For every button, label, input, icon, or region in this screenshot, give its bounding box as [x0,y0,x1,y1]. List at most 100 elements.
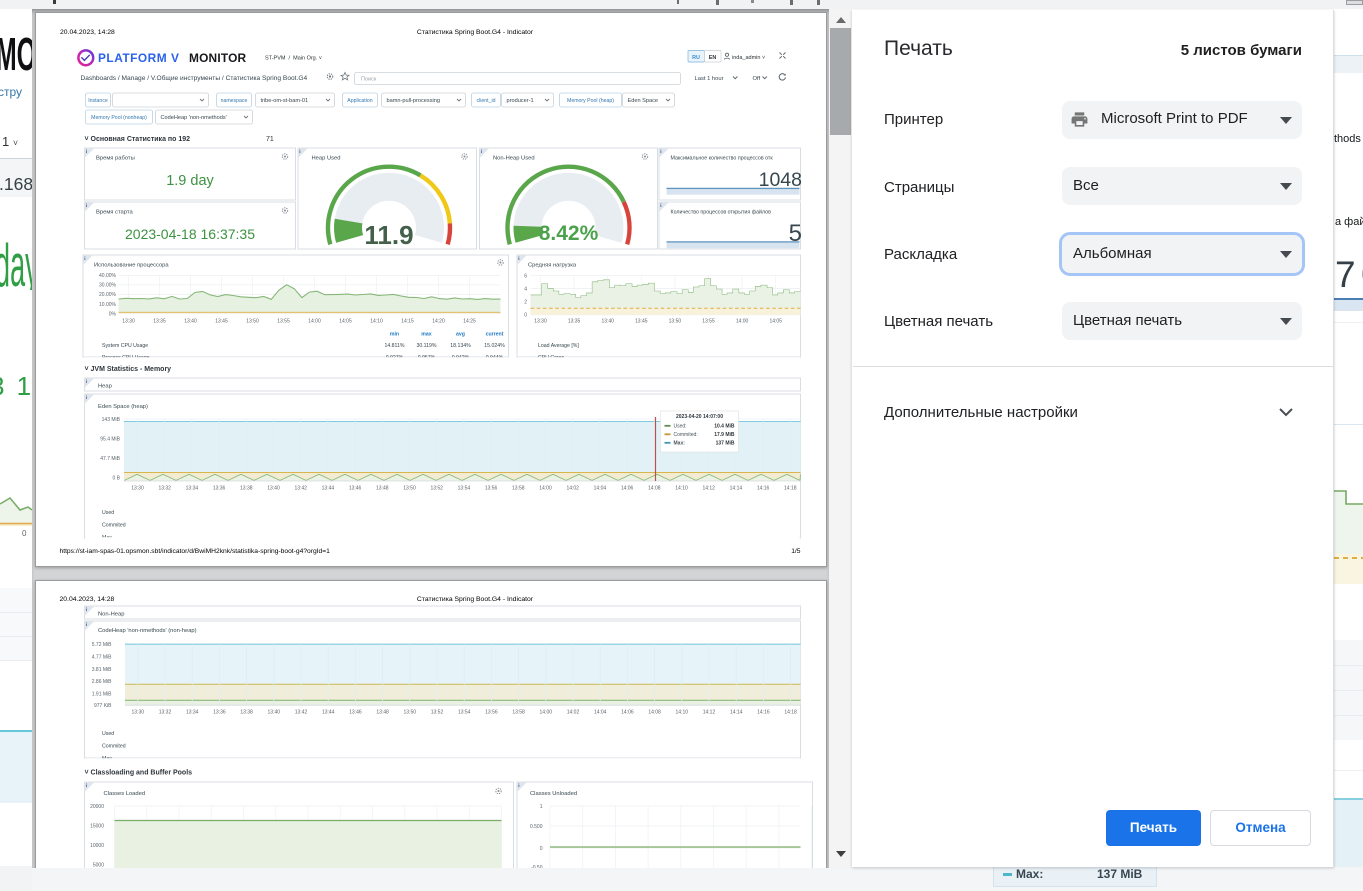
svg-text:14:18: 14:18 [784,710,797,716]
svg-text:i: i [86,622,87,627]
svg-text:1/5: 1/5 [791,548,801,555]
svg-text:13:34: 13:34 [186,710,199,716]
svg-text:13:40: 13:40 [184,319,197,325]
svg-text:14:05: 14:05 [339,319,352,325]
svg-text:Used: Used [102,510,114,516]
svg-text:143 MiB: 143 MiB [102,417,121,423]
svg-text:Время работы: Время работы [96,156,135,162]
svg-text:13:42: 13:42 [295,710,308,716]
svg-text:Использование процессора: Использование процессора [94,263,169,269]
svg-text:Количество процессов открытия: Количество процессов открытия файлов [671,209,772,216]
svg-text:15.024%: 15.024% [484,343,505,349]
svg-text:14:16: 14:16 [757,486,770,492]
svg-text:Eden Space: Eden Space [628,98,658,104]
svg-text:Средняя нагрузка: Средняя нагрузка [528,263,577,269]
svg-text:14:16: 14:16 [757,710,770,716]
svg-text:14:15: 14:15 [401,319,414,325]
svg-text:Commited: Commited [102,523,126,529]
svg-text:14:05: 14:05 [769,319,782,325]
svg-text:14:12: 14:12 [703,710,716,716]
svg-text:i: i [518,256,519,261]
svg-text:max: max [421,332,431,338]
svg-text:13:50: 13:50 [669,319,682,325]
svg-text:13:44: 13:44 [322,486,335,492]
svg-text:40.00%: 40.00% [99,273,117,279]
svg-text:inda_admin ˅: inda_admin ˅ [732,55,765,61]
svg-text:13:52: 13:52 [430,486,443,492]
svg-text:47.7 MiB: 47.7 MiB [100,456,120,462]
svg-text:Classes Unloaded: Classes Unloaded [530,791,577,797]
svg-text:i: i [86,149,87,154]
svg-text:14:14: 14:14 [730,486,743,492]
svg-text:Максимальное количество процес: Максимальное количество процессов отк [671,156,774,162]
svg-text:30.119%: 30.119% [416,343,436,349]
svg-text:13:46: 13:46 [349,710,362,716]
svg-text:0: 0 [524,313,527,319]
svg-text:i: i [299,149,300,154]
svg-text:13:50: 13:50 [246,319,259,325]
svg-text:i: i [86,379,87,384]
svg-text:Non-Heap Used: Non-Heap Used [493,156,535,162]
svg-text:i: i [518,783,519,788]
svg-text:4: 4 [524,286,527,292]
svg-text:https://st-iam-spas-01.opsmon.: https://st-iam-spas-01.opsmon.sbt/indica… [60,548,331,555]
svg-text:14:00: 14:00 [308,319,321,325]
svg-text:0: 0 [22,529,27,538]
svg-text:13:50: 13:50 [404,710,417,716]
svg-text:13:35: 13:35 [153,319,166,325]
svg-text:namespace: namespace [221,98,248,104]
svg-text:20.04.2023, 14:28: 20.04.2023, 14:28 [60,596,115,603]
svg-text:0%: 0% [109,311,117,317]
svg-text:client_id: client_id [476,98,495,104]
svg-text:Commited: Commited [102,744,126,750]
svg-text:Memory Pool (heap): Memory Pool (heap) [567,98,614,104]
svg-text:13:50: 13:50 [403,486,416,492]
svg-text:i: i [660,149,661,154]
svg-text:13:45: 13:45 [635,319,648,325]
svg-text:14:04: 14:04 [594,710,607,716]
svg-text:18.134%: 18.134% [450,343,471,349]
svg-text:14:18: 14:18 [784,486,797,492]
svg-text:i: i [86,783,87,788]
svg-text:13:45: 13:45 [215,319,228,325]
svg-text:Heap: Heap [98,384,112,390]
svg-text:Dashboards / Manage / V.Общие: Dashboards / Manage / V.Общие инструмент… [81,74,308,82]
svg-text:Время старта: Время старта [96,210,133,216]
svg-text:13:36: 13:36 [213,486,226,492]
svg-text:MONITOR: MONITOR [189,51,247,65]
svg-text:i: i [86,395,87,400]
svg-text:11.9: 11.9 [364,220,413,250]
svg-text:13:52: 13:52 [431,710,444,716]
svg-text:95.4 MiB: 95.4 MiB [100,436,120,442]
svg-text:1.91 MiB: 1.91 MiB [92,691,112,697]
svg-text:14:25: 14:25 [463,319,476,325]
svg-text:i: i [660,203,661,208]
svg-text:14:00: 14:00 [736,319,749,325]
svg-text:EN: EN [709,55,717,61]
svg-text:13:58: 13:58 [512,486,525,492]
svg-text:Off: Off [753,76,761,82]
svg-text:Heap Used: Heap Used [312,156,341,162]
svg-text:producer-1: producer-1 [507,98,534,104]
svg-text:2: 2 [524,300,527,306]
svg-text:10000: 10000 [90,843,104,849]
svg-text:˅ JVM Statistics - Memory: ˅ JVM Statistics - Memory [85,366,172,373]
svg-text:20.04.2023, 14:28: 20.04.2023, 14:28 [60,29,115,36]
svg-text:20.00%: 20.00% [99,292,117,298]
svg-text:13:30: 13:30 [132,710,145,716]
svg-text:Classes Loaded: Classes Loaded [104,791,146,797]
svg-text:14:12: 14:12 [702,486,715,492]
svg-text:Used: Used [102,731,114,737]
svg-text:15000: 15000 [90,823,104,829]
svg-text:71: 71 [266,136,274,143]
svg-text:CodeHeap 'non-nmethods' (non-h: CodeHeap 'non-nmethods' (non-heap) [98,628,197,634]
svg-text:6: 6 [524,273,527,279]
svg-text:Non-Heap: Non-Heap [98,612,124,618]
svg-text:5000: 5000 [93,862,104,868]
svg-text:Application: Application [347,98,372,104]
svg-text:13:55: 13:55 [702,319,715,325]
svg-text:current: current [486,332,504,338]
svg-text:1048: 1048 [759,169,802,191]
svg-text:13:38: 13:38 [240,486,253,492]
svg-text:ST-PVM / Main Org. ˅: ST-PVM / Main Org. ˅ [265,56,322,62]
